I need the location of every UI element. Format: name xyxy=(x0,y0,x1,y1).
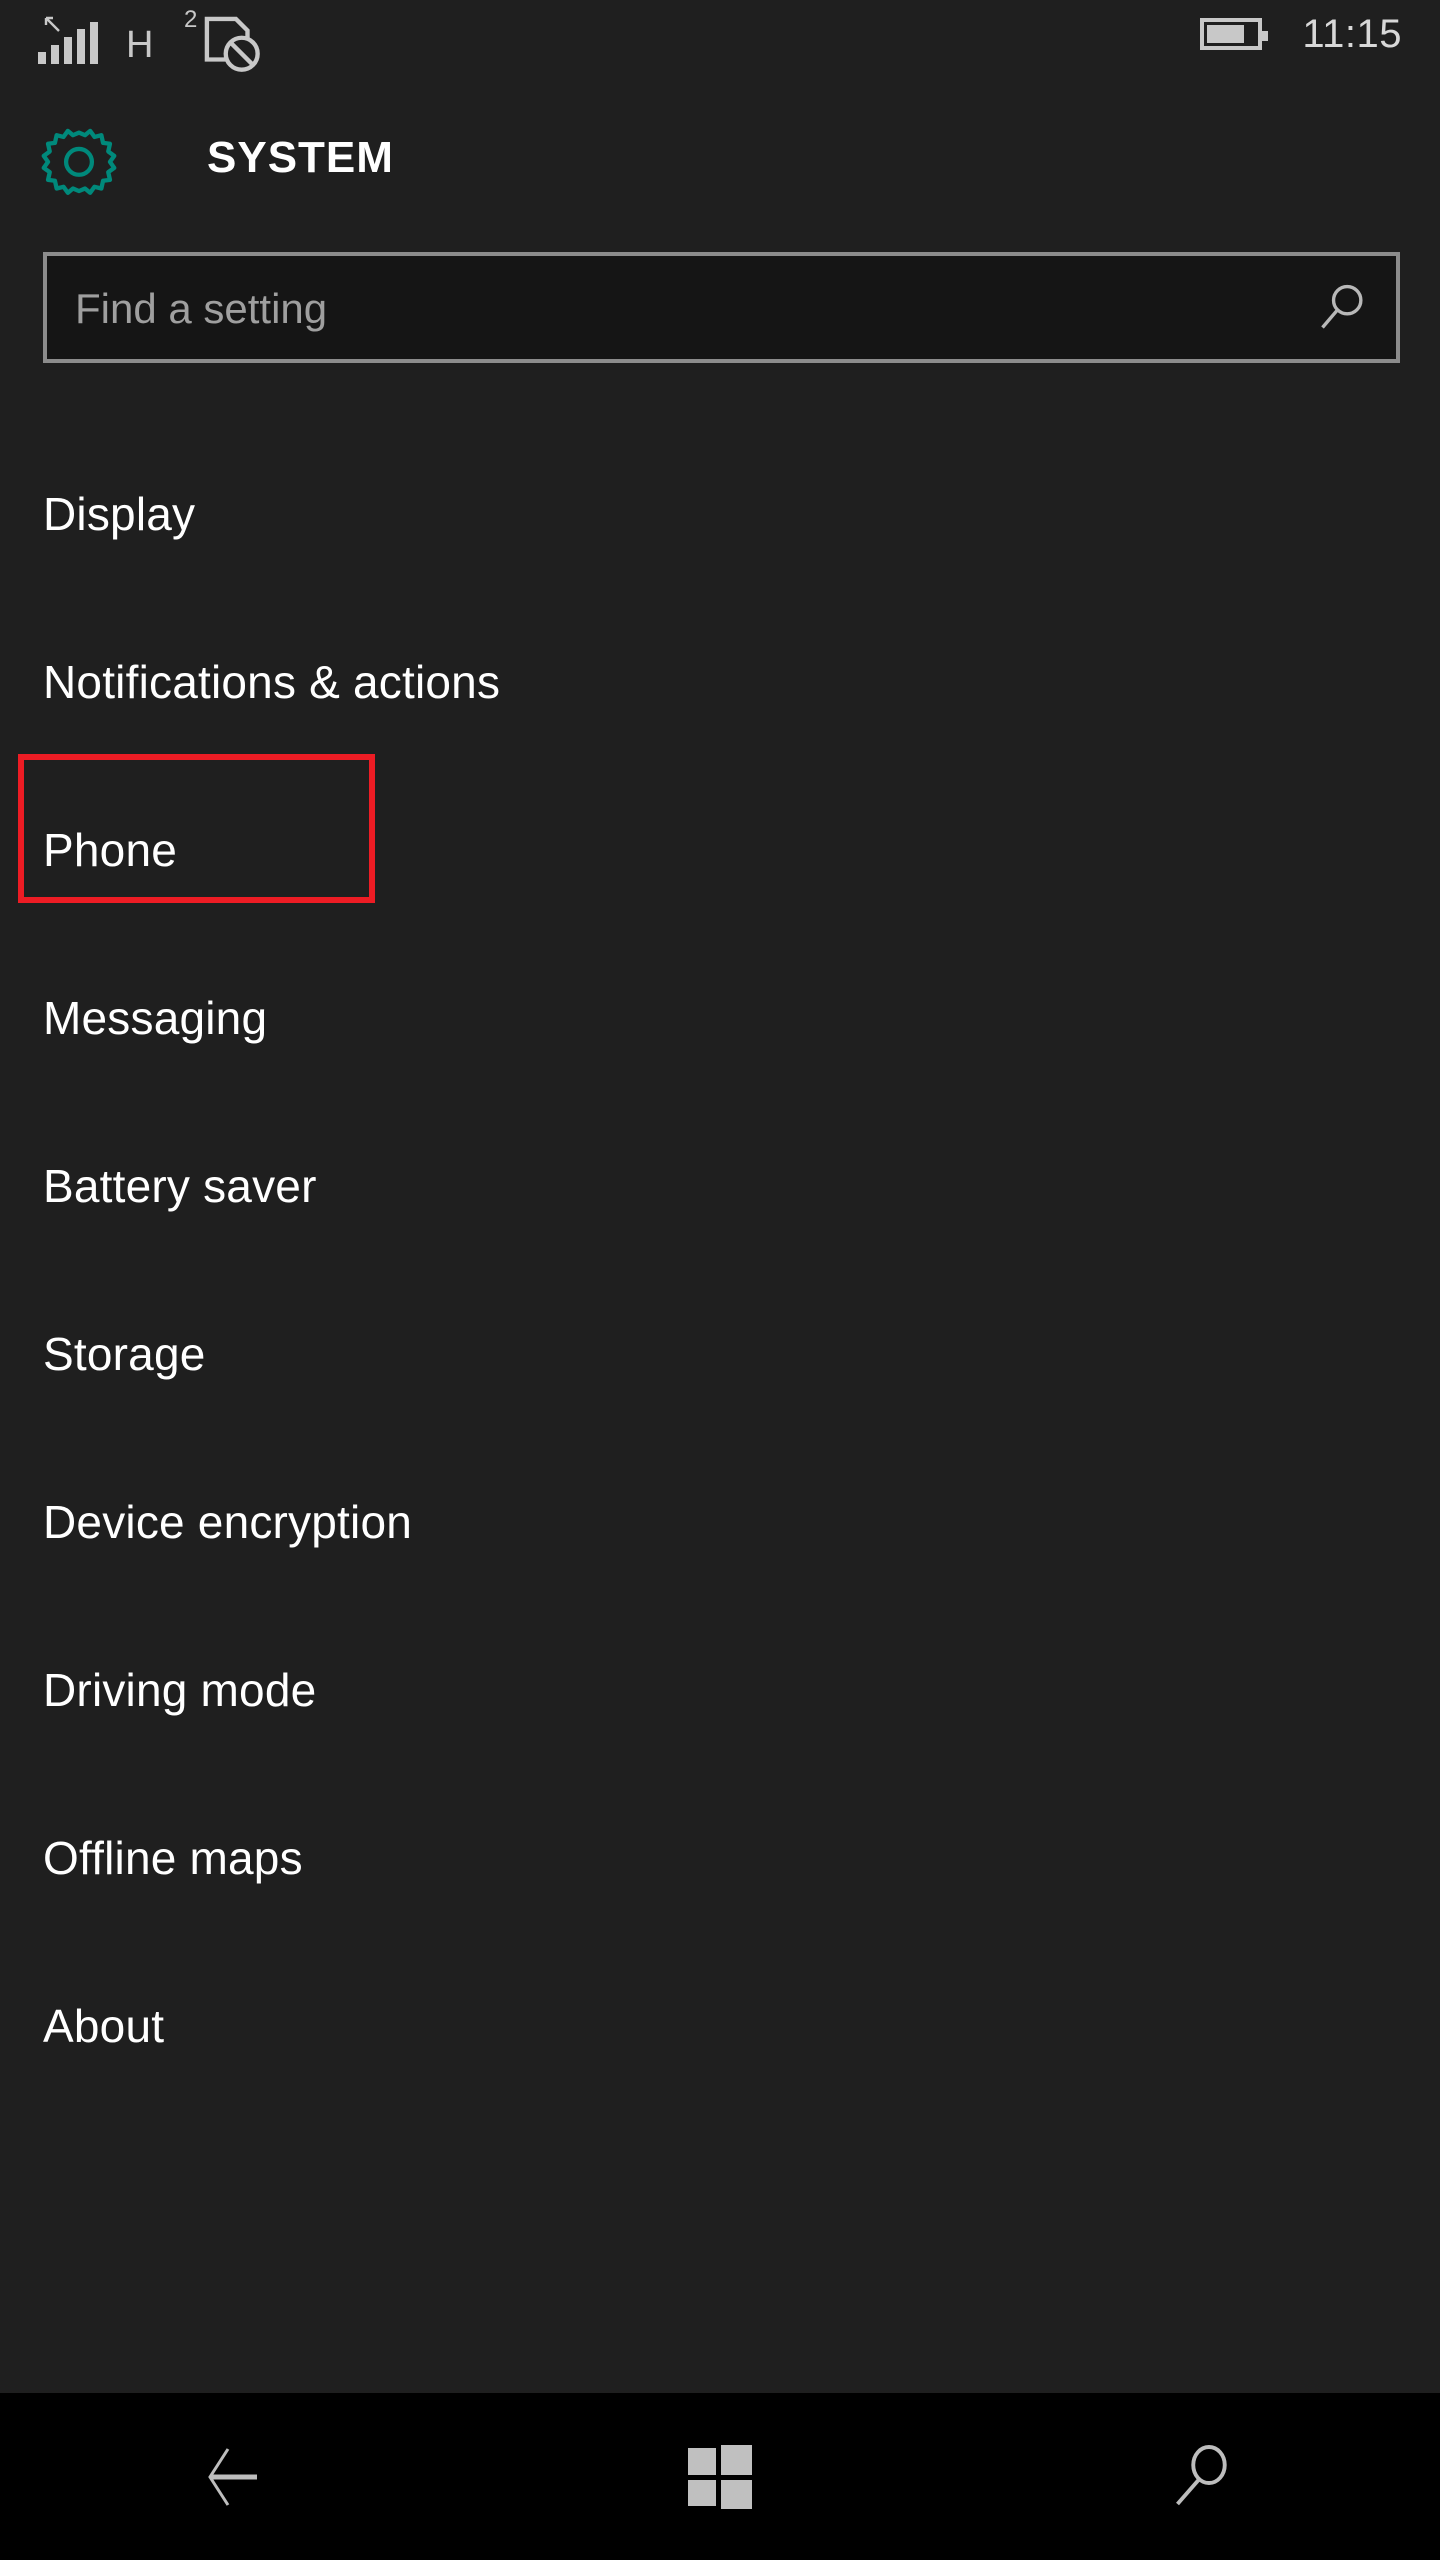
status-bar-left-group: H 2 xyxy=(34,6,260,72)
settings-list: Display Notifications & actions Phone Me… xyxy=(0,430,1440,2110)
list-item-device-encryption[interactable]: Device encryption xyxy=(0,1438,1440,1606)
signal-bars-glyph xyxy=(38,22,98,64)
list-item-label: Messaging xyxy=(43,992,268,1044)
status-bar-right-group: 11:15 xyxy=(1200,14,1402,54)
list-item-label: Storage xyxy=(43,1328,206,1380)
page-header: SYSTEM xyxy=(0,118,1440,214)
list-item-label: Phone xyxy=(43,824,178,876)
network-type-label: H xyxy=(126,24,154,66)
nav-search-button[interactable] xyxy=(960,2393,1440,2560)
list-item-notifications-actions[interactable]: Notifications & actions xyxy=(0,598,1440,766)
list-item-display[interactable]: Display xyxy=(0,430,1440,598)
search-input[interactable] xyxy=(73,256,1286,361)
back-arrow-icon[interactable] xyxy=(201,2445,279,2509)
list-item-label: Display xyxy=(43,488,196,540)
sim-blocked-icon: 2 xyxy=(183,6,260,72)
sim-card-glyph xyxy=(204,16,260,72)
list-item-label: Driving mode xyxy=(43,1664,317,1716)
battery-icon xyxy=(1200,18,1269,50)
list-item-battery-saver[interactable]: Battery saver xyxy=(0,1102,1440,1270)
sim-slot-number: 2 xyxy=(183,6,198,33)
list-item-label: Offline maps xyxy=(43,1832,303,1884)
search-icon[interactable] xyxy=(1170,2444,1230,2510)
clock-label: 11:15 xyxy=(1302,12,1402,56)
list-item-messaging[interactable]: Messaging xyxy=(0,934,1440,1102)
list-item-label: Battery saver xyxy=(43,1160,317,1212)
nav-back-button[interactable] xyxy=(0,2393,480,2560)
list-item-about[interactable]: About xyxy=(0,1942,1440,2110)
search-icon[interactable] xyxy=(1316,282,1368,334)
page-title: SYSTEM xyxy=(207,133,394,182)
gear-icon xyxy=(41,128,117,195)
nav-home-button[interactable] xyxy=(480,2393,960,2560)
phone-screen: H 2 11:15 SYSTEM Find a setting Display … xyxy=(0,0,1440,2560)
list-item-label: Device encryption xyxy=(43,1496,413,1548)
list-item-label: Notifications & actions xyxy=(43,656,501,708)
status-bar: H 2 11:15 xyxy=(0,0,1440,80)
windows-logo-icon[interactable] xyxy=(688,2444,752,2509)
list-item-phone[interactable]: Phone xyxy=(0,766,1440,934)
search-box[interactable] xyxy=(43,252,1400,363)
battery-fill xyxy=(1207,25,1244,43)
list-item-offline-maps[interactable]: Offline maps xyxy=(0,1774,1440,1942)
list-item-storage[interactable]: Storage xyxy=(0,1270,1440,1438)
list-item-driving-mode[interactable]: Driving mode xyxy=(0,1606,1440,1774)
navigation-bar xyxy=(0,2393,1440,2560)
list-item-label: About xyxy=(43,2000,165,2052)
signal-bars-icon xyxy=(34,12,98,68)
